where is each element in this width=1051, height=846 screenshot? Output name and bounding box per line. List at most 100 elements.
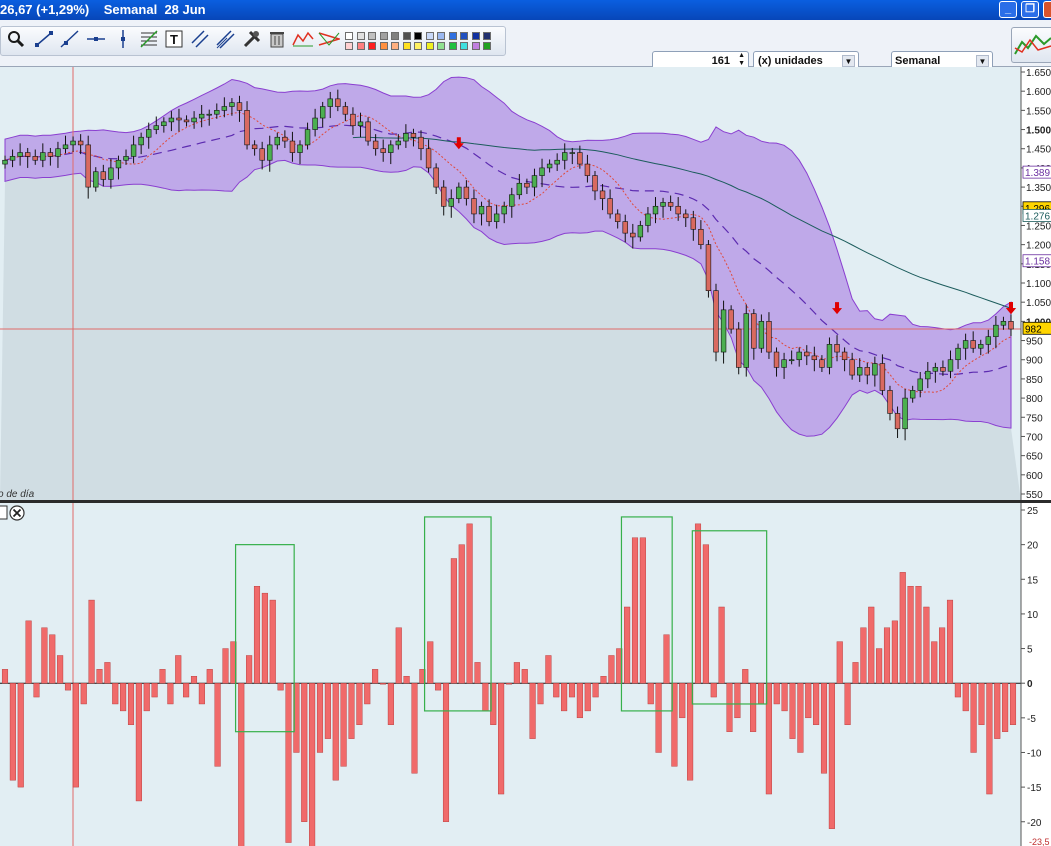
indicator-bar — [876, 648, 883, 684]
price-marker: 982 — [1022, 321, 1051, 335]
candle-body — [55, 148, 61, 157]
indicator-bar — [348, 682, 355, 739]
triangle-icon[interactable] — [318, 29, 342, 51]
indicator-bar — [986, 682, 993, 795]
candle-body — [289, 140, 296, 153]
indicator-bar — [458, 544, 465, 684]
minimize-button[interactable]: _ — [999, 1, 1017, 18]
indicator-bar — [805, 682, 812, 719]
candle-body — [198, 113, 205, 119]
zoom-icon[interactable] — [5, 30, 27, 52]
candle-body — [773, 351, 780, 368]
chevron-down-icon[interactable]: ▼ — [976, 55, 989, 67]
candle-body — [524, 182, 530, 188]
color-swatch[interactable] — [402, 32, 411, 40]
indicator-bar — [246, 655, 253, 684]
indicator-bar — [828, 682, 835, 829]
indicator-bar — [466, 523, 473, 684]
stepper-arrows-icon[interactable]: ▲ ▼ — [738, 52, 745, 68]
color-palette[interactable] — [345, 30, 500, 52]
pane-maximize-icon[interactable] — [0, 505, 8, 520]
candle-body — [993, 324, 999, 338]
channel-icon[interactable] — [214, 29, 236, 51]
line-icon[interactable] — [33, 29, 55, 51]
candle-body — [720, 309, 727, 353]
restore-button[interactable]: ❐ — [1021, 1, 1039, 18]
pattern-icon[interactable] — [292, 29, 314, 51]
chevron-down-icon[interactable]: ▼ — [842, 55, 855, 67]
color-swatch[interactable] — [356, 42, 365, 50]
color-swatch[interactable] — [483, 32, 491, 40]
candle-body — [206, 113, 212, 116]
candle-body — [153, 125, 159, 130]
indicator-bar — [820, 682, 828, 774]
fibonacci-icon[interactable] — [138, 29, 160, 51]
price-tick-label: 800 — [1026, 394, 1043, 405]
close-button[interactable] — [1043, 1, 1051, 18]
indicator-pane-background — [0, 503, 1021, 846]
candle-body — [40, 152, 46, 161]
color-swatch[interactable] — [345, 32, 353, 40]
candle-body — [962, 340, 969, 349]
color-swatch[interactable] — [425, 32, 434, 40]
indicator-bar — [206, 669, 213, 684]
color-swatch[interactable] — [414, 32, 422, 40]
candle-body — [872, 363, 878, 376]
indicator-bar — [316, 682, 324, 753]
color-swatch[interactable] — [391, 32, 399, 40]
indicator-bar — [135, 682, 142, 802]
price-chart[interactable]: 1.6501.6001.5501.5001.4501.4001.3501.300… — [0, 67, 1051, 501]
color-swatch[interactable] — [402, 42, 411, 50]
chart-style-icon[interactable] — [1011, 27, 1051, 63]
candle-body — [418, 136, 424, 150]
color-swatch[interactable] — [368, 42, 376, 50]
candle-body — [24, 152, 31, 157]
candle-body — [781, 359, 787, 368]
trash-icon[interactable] — [266, 29, 288, 51]
indicator-bar — [978, 682, 985, 725]
candle-body — [531, 175, 538, 188]
candle-body — [622, 221, 628, 234]
color-swatch[interactable] — [448, 32, 457, 40]
candle-body — [819, 359, 825, 368]
parallel-icon[interactable] — [189, 29, 211, 51]
color-swatch[interactable] — [471, 42, 480, 50]
color-swatch[interactable] — [368, 32, 376, 40]
color-swatch[interactable] — [437, 32, 445, 40]
indicator-bar — [797, 682, 804, 753]
indicator-tick-label: 20 — [1027, 541, 1039, 552]
candle-body — [864, 367, 870, 376]
indicator-bar — [261, 592, 268, 684]
indicator-bar — [553, 682, 560, 698]
color-swatch[interactable] — [345, 42, 353, 50]
indicator-bar — [852, 662, 859, 684]
settings-icon[interactable] — [241, 29, 263, 51]
vertical-line-icon[interactable] — [112, 29, 134, 51]
color-swatch[interactable] — [379, 32, 388, 40]
color-swatch[interactable] — [471, 32, 480, 40]
color-swatch[interactable] — [460, 42, 468, 50]
color-swatch[interactable] — [448, 42, 457, 50]
candle-body — [282, 136, 288, 142]
color-swatch[interactable] — [379, 42, 388, 50]
color-swatch[interactable] — [356, 32, 365, 40]
color-swatch[interactable] — [483, 42, 491, 50]
indicator-bar — [836, 641, 843, 684]
ray-icon[interactable] — [58, 29, 80, 51]
candle-body — [788, 359, 795, 362]
color-swatch[interactable] — [425, 42, 434, 50]
horizontal-line-icon[interactable] — [85, 29, 107, 51]
color-swatch[interactable] — [391, 42, 399, 50]
candle-body — [834, 344, 840, 353]
color-swatch[interactable] — [437, 42, 445, 50]
candle-body — [796, 351, 802, 361]
indicator-bar — [183, 682, 190, 698]
candle-body — [660, 202, 666, 207]
text-icon[interactable]: T — [163, 29, 185, 51]
color-swatch[interactable] — [414, 42, 422, 50]
candle-body — [267, 144, 273, 161]
color-swatch[interactable] — [460, 32, 468, 40]
indicator-chart[interactable]: 25 20 15 10 5 0 -5 -10 -15 -20 -23,5 — [0, 503, 1051, 846]
candle-body — [652, 205, 659, 215]
candle-body — [168, 117, 175, 123]
